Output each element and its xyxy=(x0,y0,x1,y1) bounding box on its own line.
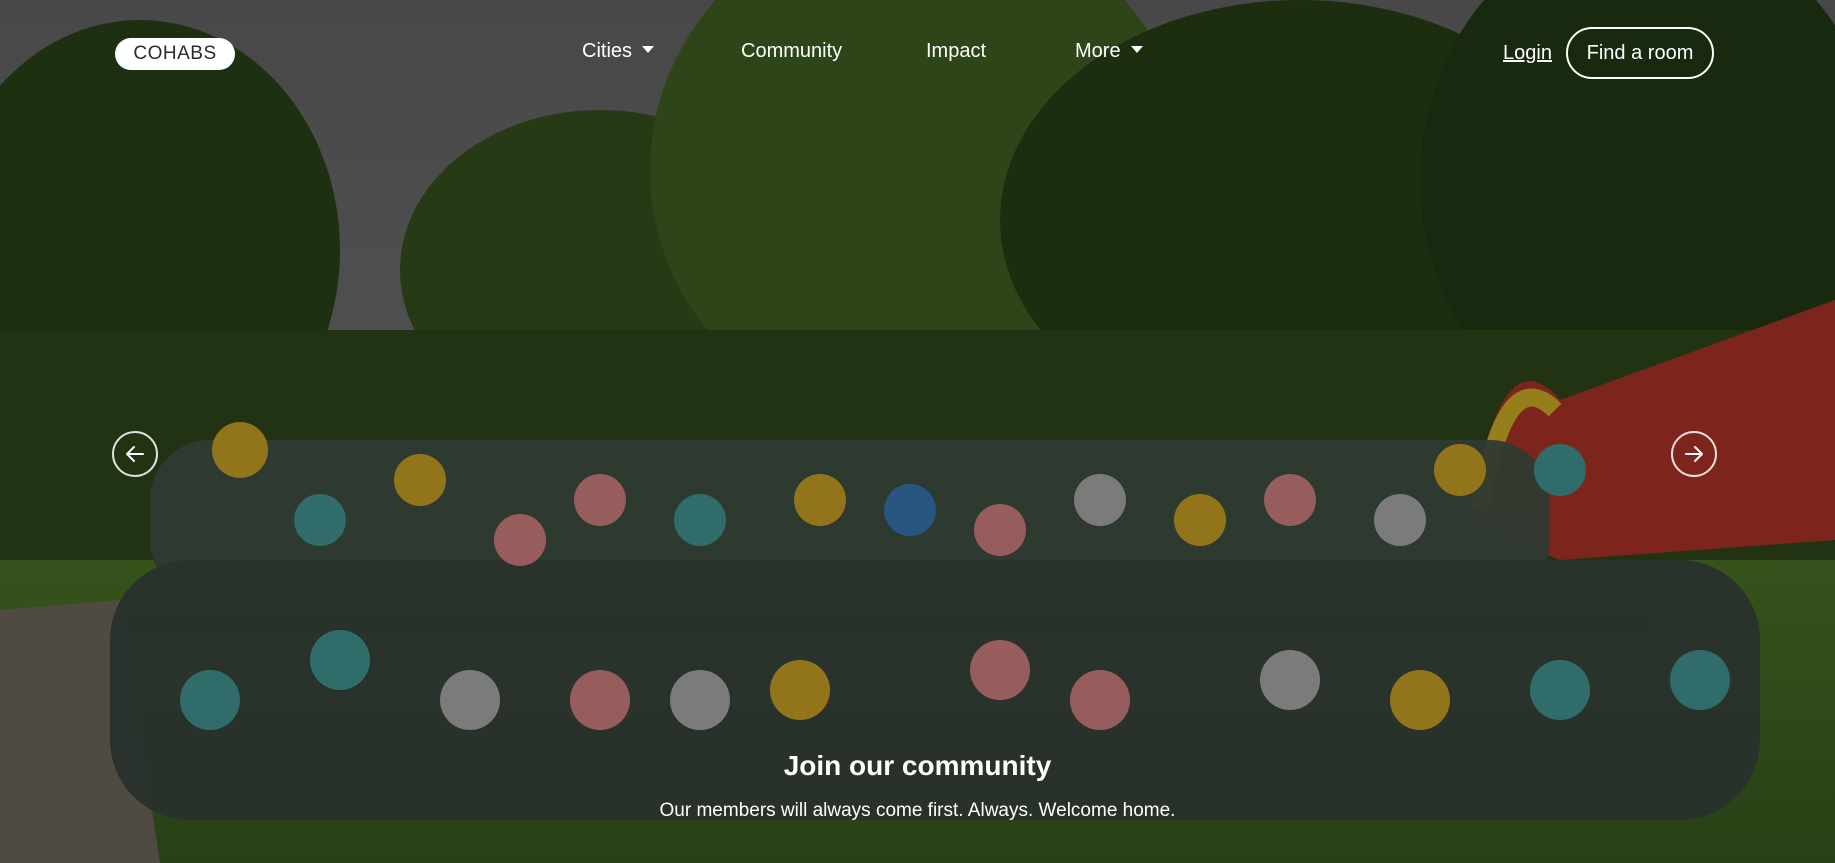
nav-item-community[interactable]: Community xyxy=(741,40,842,63)
nav-item-more[interactable]: More xyxy=(1075,40,1143,63)
nav-item-label: Impact xyxy=(926,40,987,62)
nav-item-label: Community xyxy=(741,40,843,62)
top-navigation: COHABS Cities Community Impact More Logi… xyxy=(0,0,1835,110)
hero-title: Join our community xyxy=(783,750,1052,781)
login-link[interactable]: Login xyxy=(1503,42,1552,65)
nav-item-cities[interactable]: Cities xyxy=(582,40,655,63)
hero-banner xyxy=(0,0,1835,863)
caret-down-icon xyxy=(642,46,655,53)
caret-down-icon xyxy=(1130,46,1143,53)
carousel-prev-button[interactable] xyxy=(112,431,158,477)
arrow-left-icon xyxy=(126,446,144,462)
arrow-right-icon xyxy=(1685,446,1703,462)
brand-logo[interactable]: COHABS xyxy=(115,38,235,70)
nav-item-label: More xyxy=(1075,40,1121,62)
nav-item-label: Cities xyxy=(582,40,633,62)
hero-dark-overlay xyxy=(0,0,1835,863)
nav-item-impact[interactable]: Impact xyxy=(926,40,986,63)
hero-subtitle: Our members will always come first. Alwa… xyxy=(659,800,1176,821)
carousel-next-button[interactable] xyxy=(1671,431,1717,477)
find-room-button[interactable]: Find a room xyxy=(1566,27,1714,79)
